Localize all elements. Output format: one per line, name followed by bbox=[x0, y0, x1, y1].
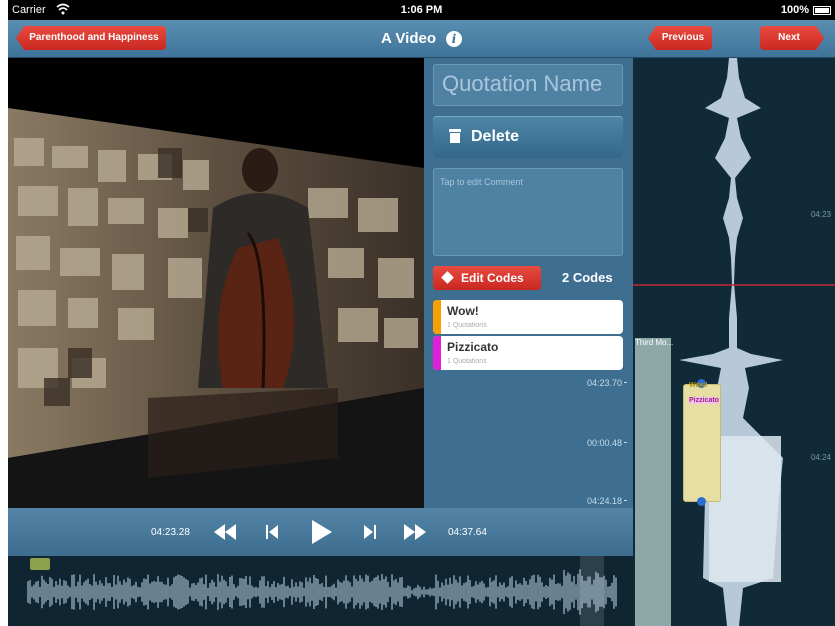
navigation-bar: Parenthood and Happiness A Video i Previo… bbox=[8, 20, 835, 58]
code-quotation-count: 1 Quotations bbox=[447, 322, 487, 329]
play-icon[interactable] bbox=[308, 518, 334, 546]
codes-count: 2 Codes bbox=[562, 270, 613, 285]
video-frame-image bbox=[8, 58, 424, 508]
time-mark-1: 04:23 bbox=[810, 210, 831, 219]
video-player[interactable] bbox=[8, 58, 424, 508]
code-quotation-count: 1 Quotations bbox=[447, 358, 487, 365]
code-column[interactable] bbox=[635, 338, 671, 626]
delete-label: Delete bbox=[471, 128, 520, 145]
quotation-position-marker[interactable] bbox=[30, 558, 50, 570]
drag-handle-bottom[interactable] bbox=[697, 497, 706, 506]
diamond-icon bbox=[441, 271, 454, 284]
timeline-label-start: 04:23.70 bbox=[587, 378, 627, 388]
battery-icon bbox=[813, 6, 831, 15]
next-button[interactable]: Next bbox=[760, 26, 824, 50]
quotation-panel: Quotation Name Delete Tap to edit Commen… bbox=[424, 58, 633, 508]
marker-code-wow: Wow! bbox=[689, 382, 708, 389]
code-card-pizzicato[interactable]: Pizzicato 1 Quotations bbox=[433, 336, 623, 370]
code-color-stripe bbox=[433, 336, 441, 370]
step-forward-icon[interactable] bbox=[358, 522, 380, 542]
transport-controls: 04:23.28 04:37.64 bbox=[8, 508, 633, 556]
delete-button[interactable]: Delete bbox=[433, 116, 623, 158]
waveform-graphic bbox=[27, 556, 617, 626]
code-card-wow[interactable]: Wow! 1 Quotations bbox=[433, 300, 623, 334]
quotation-name-input[interactable]: Quotation Name bbox=[433, 64, 623, 106]
previous-button[interactable]: Previous bbox=[648, 26, 712, 50]
step-back-icon[interactable] bbox=[262, 522, 284, 542]
fast-forward-icon[interactable] bbox=[404, 522, 426, 542]
rewind-icon[interactable] bbox=[214, 522, 236, 542]
title-text: A Video bbox=[380, 30, 436, 47]
total-time: 04:37.64 bbox=[448, 527, 487, 538]
info-icon[interactable]: i bbox=[446, 31, 462, 48]
current-time: 04:23.28 bbox=[151, 527, 190, 538]
timeline-label-end: 04:24.18 bbox=[587, 496, 627, 506]
marker-code-pizzicato: Pizzicato bbox=[689, 397, 719, 404]
edit-codes-label: Edit Codes bbox=[461, 271, 524, 285]
edit-codes-button[interactable]: Edit Codes bbox=[433, 266, 541, 290]
time-mark-2: 04:24 bbox=[810, 453, 831, 462]
code-name: Pizzicato bbox=[447, 340, 499, 354]
app-frame: Carrier 1:06 PM 100% Parenthood and Happ… bbox=[8, 0, 835, 626]
status-bar: Carrier 1:06 PM 100% bbox=[8, 0, 835, 20]
timeline-label-duration: 00:00.48 bbox=[587, 438, 627, 448]
comment-field[interactable]: Tap to edit Comment bbox=[433, 168, 623, 256]
status-time: 1:06 PM bbox=[400, 4, 443, 16]
code-column-label: Third Mo... bbox=[635, 338, 674, 347]
battery-percent: 100% bbox=[780, 4, 809, 16]
trash-icon bbox=[449, 129, 461, 143]
code-color-stripe bbox=[433, 300, 441, 334]
code-name: Wow! bbox=[447, 304, 479, 318]
vertical-waveform[interactable]: 04:23 04:24 Third Mo... Wow! Pizzicato bbox=[633, 58, 835, 626]
timeline-waveform[interactable] bbox=[8, 556, 633, 626]
